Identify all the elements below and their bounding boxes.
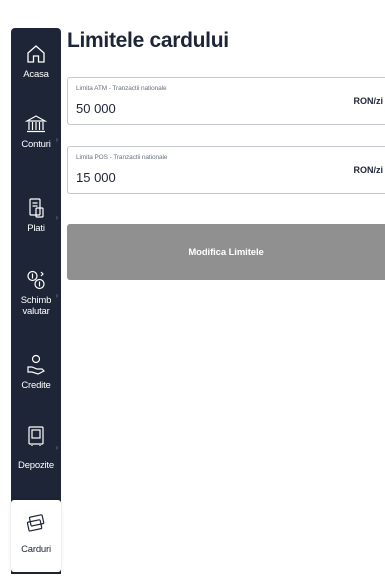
pos-limit-value[interactable]: 15 000 [76,170,116,185]
credit-icon [24,353,48,377]
sidebar-item-label: Plati [27,223,45,234]
card-icon [24,512,48,536]
sidebar-item-label: Schimb valutar [20,295,52,317]
chevron-right-icon: › [55,291,59,300]
sidebar-item-conturi[interactable]: › Conturi [11,112,61,150]
home-icon [24,42,48,66]
exchange-icon [24,268,48,292]
atm-limit-field[interactable]: Limita ATM - Tranzactii nationale 50 000… [67,77,385,125]
sidebar-item-depozite[interactable]: › Depozite [11,424,61,471]
sidebar-item-carduri[interactable]: Carduri [11,500,61,572]
sidebar-item-schimb-valutar[interactable]: › Schimb valutar [11,268,61,317]
atm-limit-value[interactable]: 50 000 [76,101,116,116]
sidebar-item-plati[interactable]: › Plati [11,196,61,234]
sidebar-item-label: Carduri [21,544,51,555]
sidebar-nav: Acasa › Conturi › Plati › Schimb valutar… [11,28,61,574]
atm-limit-unit: RON/zi [353,96,383,106]
pos-limit-unit: RON/zi [353,165,383,175]
chevron-right-icon: › [55,135,59,144]
chevron-right-icon: › [55,213,59,222]
deposit-icon [24,424,48,448]
bank-icon [24,112,48,136]
pos-limit-field[interactable]: Limita POS - Tranzactii nationale 15 000… [67,146,385,194]
pos-limit-label: Limita POS - Tranzactii nationale [76,154,168,161]
modify-limits-button[interactable]: Modifica Limitele [67,224,385,280]
sidebar-item-label: Acasa [23,69,49,80]
page-title: Limitele cardului [67,29,229,52]
atm-limit-label: Limita ATM - Tranzactii nationale [76,85,167,92]
sidebar-item-label: Credite [21,380,51,391]
sidebar-item-label: Conturi [21,139,51,150]
payment-icon [24,196,48,220]
sidebar-item-acasa[interactable]: Acasa [11,42,61,80]
sidebar-item-label: Depozite [18,460,54,471]
chevron-right-icon: › [55,443,59,452]
sidebar-item-credite[interactable]: Credite [11,353,61,391]
